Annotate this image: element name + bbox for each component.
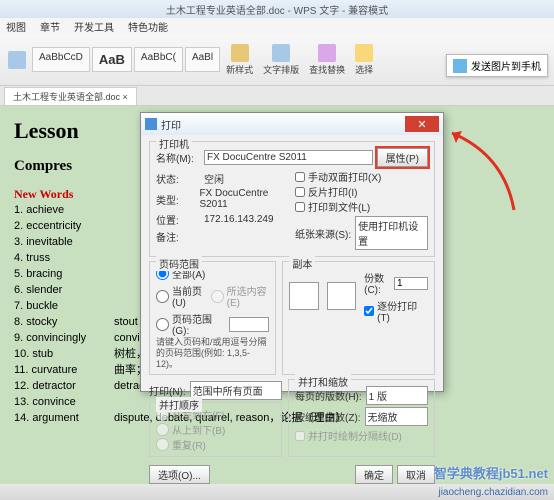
menu-item[interactable]: 视图 bbox=[6, 19, 26, 34]
word-num: 7. buckle bbox=[14, 298, 114, 314]
duplex-checkbox[interactable]: 手动双面打印(X) bbox=[295, 169, 428, 184]
dialog-titlebar[interactable]: 打印 ✕ bbox=[141, 113, 443, 135]
wps-icon bbox=[145, 118, 157, 130]
collate-icon bbox=[327, 282, 356, 310]
ok-button[interactable]: 确定 bbox=[355, 465, 393, 484]
new-style-btn[interactable]: 新样式 bbox=[222, 42, 257, 78]
printer-select[interactable]: FX DocuCentre S2011 bbox=[204, 150, 373, 165]
watermark-url: jiaocheng.chazidian.com bbox=[438, 487, 548, 498]
name-label: 名称(M): bbox=[156, 150, 200, 165]
word-num: 5. bracing bbox=[14, 266, 114, 282]
reverse-checkbox[interactable]: 反片打印(I) bbox=[295, 184, 428, 199]
options-button[interactable]: 选项(O)... bbox=[149, 465, 210, 484]
menu-item[interactable]: 特色功能 bbox=[128, 19, 168, 34]
word-num: 12. detractor bbox=[14, 378, 114, 394]
menu-item[interactable]: 章节 bbox=[40, 19, 60, 34]
doc-tab[interactable]: 土木工程专业英语全部.doc × bbox=[4, 87, 137, 105]
style-preview[interactable]: AaBl bbox=[185, 47, 220, 72]
collate-checkbox[interactable]: 逐份打印(T) bbox=[364, 298, 428, 324]
word-num: 14. argument bbox=[14, 410, 114, 426]
style-preview[interactable]: AaBbCcD bbox=[32, 47, 90, 72]
doc-title: 土木工程专业英语全部.doc - WPS 文字 - 兼容模式 bbox=[166, 2, 388, 17]
tab-bar: 土木工程专业英语全部.doc × bbox=[0, 86, 554, 106]
word-num: 4. truss bbox=[14, 250, 114, 266]
word-num: 6. slender bbox=[14, 282, 114, 298]
dialog-title: 打印 bbox=[161, 117, 181, 132]
word-num: 2. eccentricity bbox=[14, 218, 114, 234]
scale-select[interactable]: 无缩放 bbox=[365, 407, 428, 426]
ribbon-btn[interactable] bbox=[4, 49, 30, 71]
pages-per-sheet-select[interactable]: 1 版 bbox=[366, 386, 428, 405]
style-gallery[interactable]: AaBbCcD AaB AaBbC( AaBl bbox=[32, 47, 220, 72]
layout-icon bbox=[272, 44, 290, 62]
range-current-radio[interactable]: 当前页(U) bbox=[156, 283, 207, 309]
tool-icon bbox=[8, 51, 26, 69]
scale-fieldset: 并打和缩放 每页的版数(H):1 版 按纸型缩放(Z):无缩放 并打时绘制分隔线… bbox=[288, 379, 435, 457]
range-pages-radio[interactable]: 页码范围(G): bbox=[156, 311, 269, 337]
range-fieldset: 页码范围 全部(A) 当前页(U) 所选内容(E) 页码范围(G): 请键入页码… bbox=[149, 261, 276, 375]
watermark: 智学典教程jb51.net bbox=[434, 463, 548, 482]
cancel-button[interactable]: 取消 bbox=[397, 465, 435, 484]
titlebar: 土木工程专业英语全部.doc - WPS 文字 - 兼容模式 bbox=[0, 0, 554, 18]
print-what-select[interactable]: 范围中所有页面 bbox=[190, 381, 282, 400]
tofile-checkbox[interactable]: 打印到文件(L) bbox=[295, 199, 428, 214]
select-btn[interactable]: 选择 bbox=[351, 42, 377, 78]
style-preview[interactable]: AaB bbox=[92, 47, 132, 72]
word-num: 9. convincingly bbox=[14, 330, 114, 346]
find-replace-btn[interactable]: 查找替换 bbox=[305, 42, 349, 78]
phone-icon bbox=[453, 59, 467, 73]
word-num: 1. achieve bbox=[14, 202, 114, 218]
collate-icon bbox=[289, 282, 318, 310]
copies-fieldset: 副本 份数(C): 逐份打印(T) bbox=[282, 261, 435, 375]
menubar: 视图 章节 开发工具 特色功能 bbox=[0, 18, 554, 34]
pages-input[interactable] bbox=[229, 317, 269, 332]
print-dialog: 打印 ✕ 打印机 名称(M): FX DocuCentre S2011 属性(P… bbox=[140, 112, 444, 392]
send-pic-button[interactable]: 发送图片到手机 bbox=[446, 54, 548, 77]
word-num: 8. stocky bbox=[14, 314, 114, 330]
word-num: 11. curvature bbox=[14, 362, 114, 378]
style-icon bbox=[231, 44, 249, 62]
printer-fieldset: 打印机 名称(M): FX DocuCentre S2011 属性(P) 状态:… bbox=[149, 141, 435, 257]
range-sel-radio: 所选内容(E) bbox=[211, 283, 270, 309]
style-preview[interactable]: AaBbC( bbox=[134, 47, 183, 72]
word-num: 13. convince bbox=[14, 394, 114, 410]
paper-source-select[interactable]: 使用打印机设置 bbox=[355, 216, 428, 250]
properties-button[interactable]: 属性(P) bbox=[377, 148, 428, 167]
find-icon bbox=[318, 44, 336, 62]
order-fieldset: 并打顺序 从左到右(F) 从上到下(B) 重复(R) bbox=[149, 402, 282, 457]
select-icon bbox=[355, 44, 373, 62]
text-layout-btn[interactable]: 文字排版 bbox=[259, 42, 303, 78]
word-def: stout bbox=[114, 314, 138, 330]
copies-input[interactable] bbox=[394, 277, 428, 290]
word-num: 3. inevitable bbox=[14, 234, 114, 250]
close-button[interactable]: ✕ bbox=[405, 116, 439, 132]
menu-item[interactable]: 开发工具 bbox=[74, 19, 114, 34]
word-num: 10. stub bbox=[14, 346, 114, 362]
